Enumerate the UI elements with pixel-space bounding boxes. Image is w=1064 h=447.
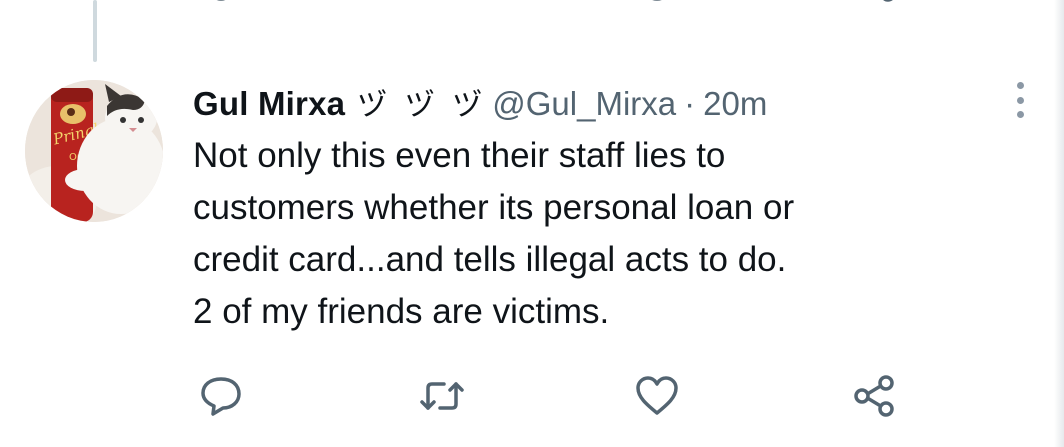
heart-icon[interactable] — [634, 0, 680, 18]
thread-connector-line — [93, 0, 97, 62]
previous-tweet-actions: 2 — [0, 0, 1064, 18]
tweet-text-line: 2 of my friends are victims. — [193, 292, 610, 331]
more-options-button[interactable] — [1008, 82, 1032, 118]
tweet-header: Gul Mirxa ヅ ヅ ヅ @Gul_Mirxa · 20m — [193, 80, 767, 126]
separator-dot: · — [684, 85, 696, 122]
tweet-text-line: customers whether its personal loan or — [193, 188, 795, 227]
avatar[interactable]: Pringle Ori — [25, 80, 163, 222]
tweet-text-line: Not only this even their staff lies to — [193, 136, 726, 175]
reply-icon[interactable] — [198, 0, 244, 18]
share-icon[interactable] — [852, 374, 896, 418]
scrollbar-edge — [1054, 0, 1064, 447]
share-icon[interactable] — [852, 0, 898, 18]
more-vertical-icon — [1016, 82, 1024, 89]
name-decoration: ヅ ヅ ヅ — [357, 88, 487, 123]
tweet-text: Not only this even their staff lies to c… — [193, 130, 993, 338]
retweet-icon[interactable] — [418, 0, 464, 18]
reply-icon[interactable] — [199, 374, 243, 418]
user-handle[interactable]: @Gul_Mirxa — [492, 85, 676, 123]
display-name[interactable]: Gul Mirxa — [193, 85, 345, 123]
timestamp[interactable]: 20m — [703, 85, 767, 123]
heart-icon[interactable] — [634, 374, 680, 418]
tweet-text-line: credit card...and tells illegal acts to … — [193, 240, 787, 279]
avatar-image: Pringle Ori — [25, 80, 163, 222]
retweet-icon[interactable] — [418, 374, 466, 418]
